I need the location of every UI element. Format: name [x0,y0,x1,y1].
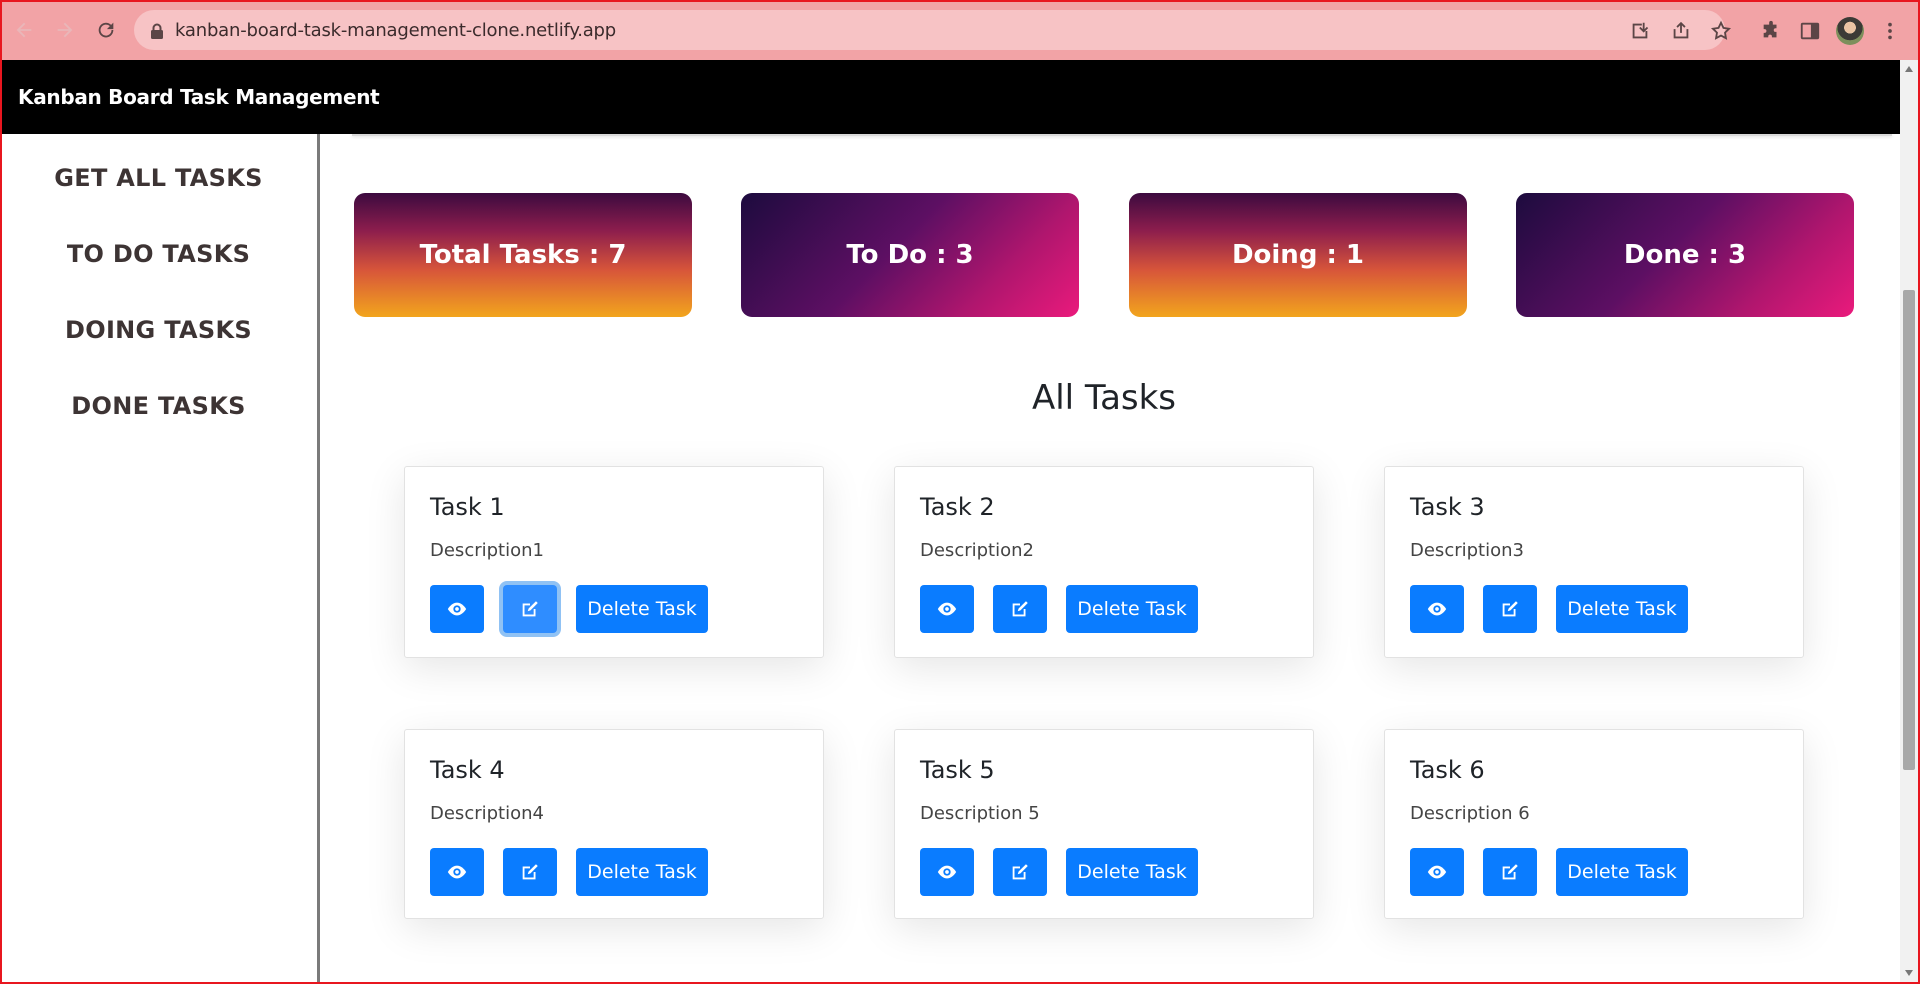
delete-task-button[interactable]: Delete Task [1556,848,1688,896]
task-card: Task 6 Description 6 Delete Task [1384,729,1804,919]
sidebar-item-todo-tasks[interactable]: TO DO TASKS [0,240,317,268]
bookmark-star-icon[interactable] [1708,18,1734,44]
profile-avatar[interactable] [1836,17,1864,45]
task-title: Task 6 [1410,756,1485,784]
sidebar: GET ALL TASKS TO DO TASKS DOING TASKS DO… [0,134,320,984]
edit-icon [1502,864,1518,880]
forward-icon[interactable] [49,14,81,46]
edit-icon [522,601,538,617]
task-description: Description 5 [920,803,1040,824]
sidebar-item-done-tasks[interactable]: DONE TASKS [0,392,317,420]
delete-task-button[interactable]: Delete Task [1066,848,1198,896]
section-title: All Tasks [1031,378,1177,418]
edit-icon [1012,601,1028,617]
reload-icon[interactable] [90,14,122,46]
brand-title[interactable]: Kanban Board Task Management [18,85,380,109]
menu-kebab-icon[interactable] [1877,18,1903,44]
view-task-button[interactable] [430,585,484,633]
eye-icon [1427,865,1447,879]
task-card: Task 3 Description3 Delete Task [1384,466,1804,658]
delete-task-button[interactable]: Delete Task [1066,585,1198,633]
edit-task-button[interactable] [993,585,1047,633]
sidebar-item-doing-tasks[interactable]: DOING TASKS [0,316,317,344]
address-url[interactable]: kanban-board-task-management-clone.netli… [175,20,616,41]
scroll-thumb[interactable] [1903,290,1915,770]
app-header: Kanban Board Task Management [0,60,1900,134]
stat-card-todo: To Do : 3 [741,193,1079,317]
task-card: Task 5 Description 5 Delete Task [894,729,1314,919]
task-description: Description3 [1410,540,1524,561]
extensions-puzzle-icon[interactable] [1758,18,1784,44]
divider [352,134,1892,136]
edit-task-button[interactable] [993,848,1047,896]
stat-card-total: Total Tasks : 7 [354,193,692,317]
edit-task-button[interactable] [1483,585,1537,633]
view-task-button[interactable] [1410,848,1464,896]
task-card: Task 4 Description4 Delete Task [404,729,824,919]
view-task-button[interactable] [1410,585,1464,633]
lock-icon [151,23,163,39]
task-title: Task 4 [430,756,505,784]
eye-icon [1427,602,1447,616]
stat-label: Total Tasks : 7 [419,240,627,270]
stat-label: Doing : 1 [1231,240,1365,270]
edit-task-button[interactable] [1483,848,1537,896]
task-description: Description1 [430,540,544,561]
delete-task-button[interactable]: Delete Task [576,585,708,633]
task-title: Task 1 [430,493,505,521]
eye-icon [447,865,467,879]
side-panel-icon[interactable] [1797,18,1823,44]
browser-toolbar: kanban-board-task-management-clone.netli… [0,0,1920,60]
task-description: Description 6 [1410,803,1530,824]
view-task-button[interactable] [430,848,484,896]
sidebar-item-all-tasks[interactable]: GET ALL TASKS [0,164,317,192]
edit-icon [1502,601,1518,617]
page-scrollbar[interactable] [1900,60,1918,982]
stat-card-doing: Doing : 1 [1129,193,1467,317]
eye-icon [937,602,957,616]
stat-card-done: Done : 3 [1516,193,1854,317]
view-task-button[interactable] [920,585,974,633]
view-task-button[interactable] [920,848,974,896]
delete-task-button[interactable]: Delete Task [1556,585,1688,633]
task-title: Task 3 [1410,493,1485,521]
edit-icon [522,864,538,880]
stat-label: To Do : 3 [846,240,974,270]
edit-icon [1012,864,1028,880]
edit-task-button[interactable] [503,848,557,896]
task-description: Description4 [430,803,544,824]
task-card: Task 2 Description2 Delete Task [894,466,1314,658]
eye-icon [937,865,957,879]
stat-label: Done : 3 [1623,240,1747,270]
delete-task-button[interactable]: Delete Task [576,848,708,896]
scroll-down-arrow-icon[interactable] [1905,970,1913,976]
edit-task-button[interactable] [503,585,557,633]
task-title: Task 2 [920,493,995,521]
share-icon[interactable] [1668,18,1694,44]
main-content: Total Tasks : 7 To Do : 3 Doing : 1 Done… [320,134,1900,984]
task-title: Task 5 [920,756,995,784]
task-description: Description2 [920,540,1034,561]
back-icon[interactable] [8,14,40,46]
eye-icon [447,602,467,616]
install-app-icon[interactable] [1627,18,1653,44]
scroll-up-arrow-icon[interactable] [1905,66,1913,72]
task-card: Task 1 Description1 Delete Task [404,466,824,658]
